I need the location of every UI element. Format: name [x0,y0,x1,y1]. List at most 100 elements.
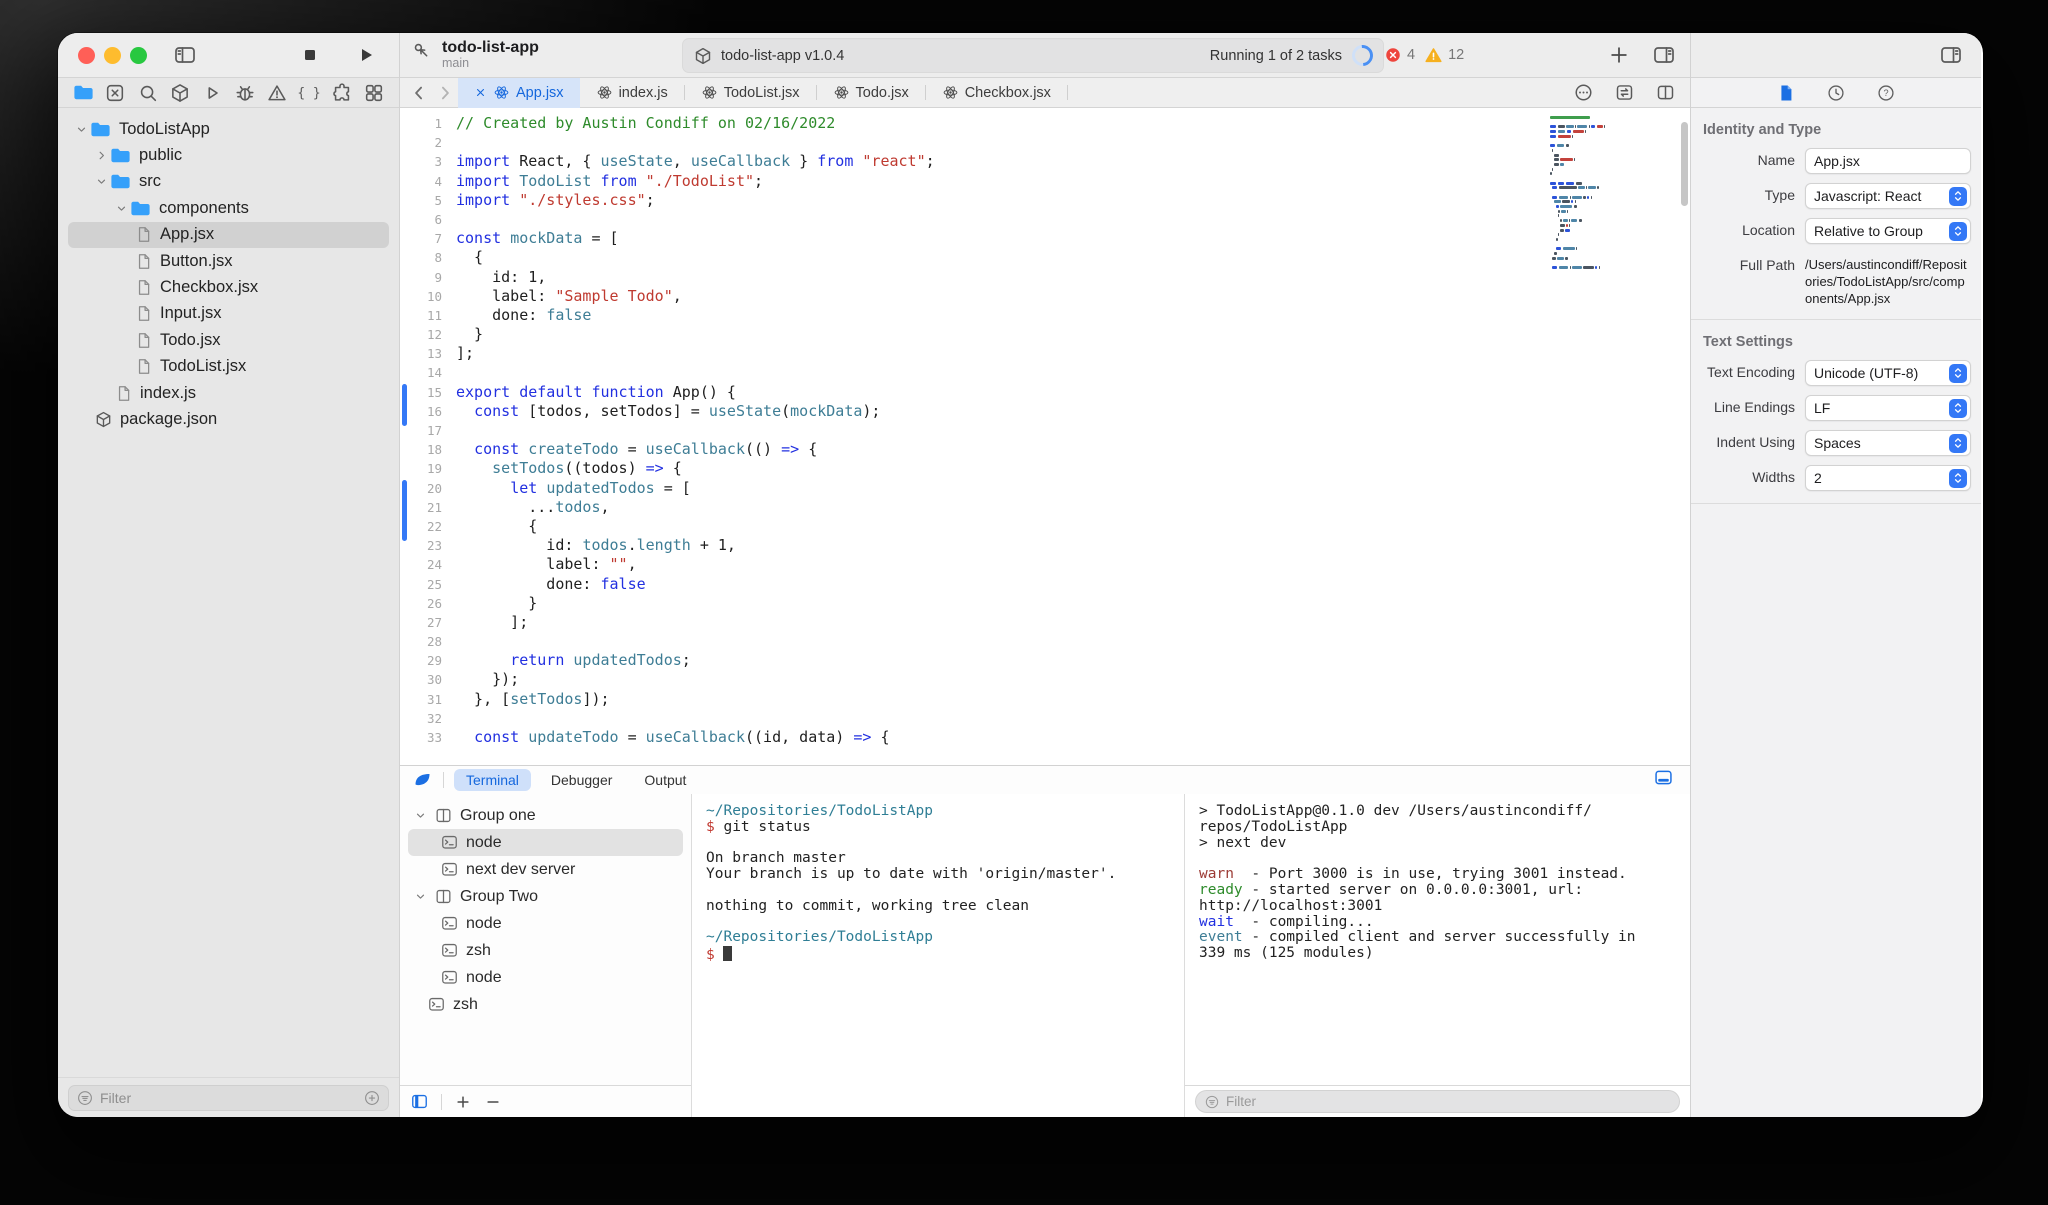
navigator-tab-grid[interactable] [361,81,387,105]
terminal-filter-field[interactable]: Filter [1195,1090,1680,1113]
navigator-tab-close-box[interactable] [102,81,128,105]
stepper-icon[interactable] [1949,221,1967,241]
minimap[interactable] [1550,116,1678,271]
navigator-tab-folder-blue[interactable] [70,81,96,105]
tree-item-src[interactable]: src [68,169,389,195]
utility-tab-Debugger[interactable]: Debugger [539,769,625,791]
disclosure-down-icon[interactable] [94,175,109,188]
disclosure-right-icon[interactable] [94,149,109,162]
tree-item-Checkbox.jsx[interactable]: Checkbox.jsx [68,274,389,300]
stop-icon[interactable] [295,40,325,70]
select-line-endings[interactable]: LF [1805,395,1971,421]
editor-scrollbar[interactable] [1681,122,1688,206]
select-type[interactable]: Javascript: React [1805,183,1971,209]
tree-item-index.js[interactable]: index.js [68,380,389,406]
navigator-tab-search[interactable] [135,81,161,105]
terminal-pane-1[interactable]: ~/Repositories/TodoListApp $ git status O… [692,794,1185,1117]
terminal-session-node[interactable]: node [408,964,683,991]
line-number: 2 [434,135,442,151]
navigator-tab-puzzle[interactable] [329,81,355,105]
add-tab-icon[interactable] [1608,44,1630,66]
select-text-encoding[interactable]: Unicode (UTF-8) [1805,360,1971,386]
minimize-window-button[interactable] [104,46,121,64]
file-icon [134,304,153,323]
terminal-pane-2[interactable]: > TodoListApp@0.1.0 dev /Users/austincon… [1185,794,1690,1117]
activity-status-bar[interactable]: todo-list-app v1.0.4 Running 1 of 2 task… [682,38,1384,73]
tree-item-Input.jsx[interactable]: Input.jsx [68,301,389,327]
tree-item-package.json[interactable]: package.json [68,406,389,432]
terminal-session-node[interactable]: node [408,910,683,937]
toggle-sidebar-icon[interactable] [170,40,200,70]
terminal-session-next-dev-server[interactable]: next dev server [408,856,683,883]
disclosure-down-icon[interactable] [414,890,427,903]
toggle-session-sidebar-icon[interactable] [410,1092,429,1111]
select-indent-using[interactable]: Spaces [1805,430,1971,456]
navigator-tab-bug[interactable] [232,81,258,105]
navigator-tab-warning[interactable] [264,81,290,105]
code-editor[interactable]: 1 2 3 4 5 6 7 8 9 10 11 12 13 14 15 16 17 18 19 20 21 22 23 24 2… [400,108,1690,765]
help-inspector-tab-icon[interactable]: ? [1876,83,1896,103]
error-icon [1384,46,1402,64]
terminal-session-node[interactable]: node [408,829,683,856]
toggle-inspector-icon[interactable] [1939,43,1963,67]
stepper-icon[interactable] [1949,186,1967,206]
tree-item-Button.jsx[interactable]: Button.jsx [68,248,389,274]
stepper-icon[interactable] [1949,468,1967,488]
toggle-inspector-icon[interactable] [1652,43,1676,67]
tree-item-App.jsx[interactable]: App.jsx [68,221,389,248]
swap-editor-icon[interactable] [1614,82,1635,103]
svg-text:{ }: { } [298,86,320,101]
utility-tab-Output[interactable]: Output [632,769,698,791]
zoom-window-button[interactable] [130,46,147,64]
terminal-session-zsh[interactable]: zsh [408,937,683,964]
editor-tab-Checkbox.jsx[interactable]: Checkbox.jsx [926,78,1067,108]
navigate-forward-icon[interactable] [432,80,458,106]
tree-item-label: TodoListApp [119,119,210,138]
stepper-icon[interactable] [1949,363,1967,383]
editor-tab-App.jsx[interactable]: App.jsx [458,77,580,108]
terminal-session-Group-Two[interactable]: Group Two [408,883,683,910]
editor-tab-Todo.jsx[interactable]: Todo.jsx [817,78,925,108]
navigator-tab-braces[interactable]: { } [296,81,322,105]
utility-tab-Terminal[interactable]: Terminal [454,769,531,791]
editor-tab-TodoList.jsx[interactable]: TodoList.jsx [685,78,816,108]
tree-item-components[interactable]: components [68,195,389,221]
select-widths[interactable]: 2 [1805,465,1971,491]
file-inspector-tab-icon[interactable] [1776,83,1796,103]
tree-item-Todo.jsx[interactable]: Todo.jsx [68,327,389,353]
terminal-session-Group-one[interactable]: Group one [408,802,683,829]
more-options-icon[interactable] [1573,82,1594,103]
history-inspector-tab-icon[interactable] [1826,83,1846,103]
add-terminal-icon[interactable] [454,1093,472,1111]
close-tab-icon[interactable] [474,86,487,99]
navigator-tab-package[interactable] [167,81,193,105]
input-name[interactable]: App.jsx [1805,148,1971,174]
run-icon[interactable] [351,40,381,70]
error-badge[interactable]: 4 [1384,46,1415,64]
disclosure-down-icon[interactable] [114,202,129,215]
remove-terminal-icon[interactable] [484,1093,502,1111]
navigator-filter-field[interactable]: Filter [68,1084,389,1111]
stepper-icon[interactable] [1949,433,1967,453]
tree-item-TodoList.jsx[interactable]: TodoList.jsx [68,354,389,380]
editor-tab-index.js[interactable]: index.js [580,78,684,108]
line-number: 23 [426,538,442,554]
close-window-button[interactable] [78,46,95,64]
terminal-session-zsh[interactable]: zsh [408,991,683,1018]
add-filter-icon[interactable] [363,1089,381,1107]
code-line: { [456,248,484,267]
disclosure-down-icon[interactable] [74,123,89,136]
split-editor-icon[interactable] [1655,82,1676,103]
maximize-panel-icon[interactable] [1653,767,1674,788]
select-location[interactable]: Relative to Group [1805,218,1971,244]
navigator-tab-play-outline[interactable] [199,81,225,105]
stepper-icon[interactable] [1949,398,1967,418]
utility-drawer-icon[interactable] [412,770,433,791]
disclosure-down-icon[interactable] [414,809,427,822]
tree-item-public[interactable]: public [68,142,389,168]
navigate-back-icon[interactable] [406,80,432,106]
terminal-line: On branch master [706,850,846,867]
tree-item-TodoListApp[interactable]: TodoListApp [68,116,389,142]
full-path-value: /Users/austincondiff/Repositories/TodoLi… [1805,257,1967,306]
warning-badge[interactable]: 12 [1424,46,1464,65]
